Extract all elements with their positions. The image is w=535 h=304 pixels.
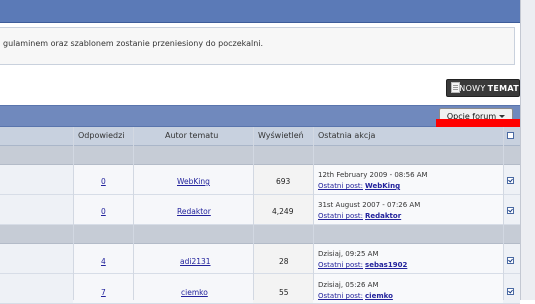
author-link[interactable]: Redaktor	[177, 207, 211, 216]
column-divider	[73, 127, 74, 300]
new-topic-label-1: NOWY	[459, 83, 486, 93]
select-all-checkbox-icon[interactable]	[507, 132, 514, 139]
author-link[interactable]: WebKing	[177, 177, 210, 186]
col-replies[interactable]: Odpowiedzi	[78, 131, 125, 140]
last-post-label[interactable]: Ostatni post:	[318, 212, 363, 220]
replies-link[interactable]: 4	[101, 257, 106, 266]
last-action-date: 31st August 2007 - 07:26 AM	[318, 201, 421, 209]
last-post-user[interactable]: WebKing	[365, 182, 400, 190]
views-count: 28	[279, 257, 289, 266]
last-post: Ostatni post: sebas1902	[318, 261, 407, 269]
column-divider	[253, 127, 254, 300]
last-post-label[interactable]: Ostatni post:	[318, 261, 363, 269]
last-post: Ostatni post: ciemko	[318, 292, 393, 300]
top-bar	[0, 0, 520, 23]
section-divider	[0, 146, 520, 165]
column-divider	[133, 127, 134, 300]
last-post-label[interactable]: Ostatni post:	[318, 182, 363, 190]
col-views[interactable]: Wyświetleń	[258, 131, 304, 140]
last-action-date: 12th February 2009 - 08:56 AM	[318, 171, 428, 179]
notice-box: gulaminem oraz szablonem zostanie przeni…	[0, 27, 515, 65]
last-post-user[interactable]: sebas1902	[365, 261, 407, 269]
checkbox-icon[interactable]	[507, 207, 514, 214]
views-count: 693	[276, 177, 291, 186]
column-header-row: Odpowiedzi Autor tematu Wyświetleń Ostat…	[0, 127, 520, 146]
checkbox-icon[interactable]	[507, 257, 514, 264]
last-post: Ostatni post: Redaktor	[318, 212, 401, 220]
author-link[interactable]: adi2131	[180, 257, 211, 266]
table-row: 0 Redaktor 4,249 31st August 2007 - 07:2…	[0, 195, 520, 225]
table-row: 4 adi2131 28 Dzisiaj, 09:25 AM Ostatni p…	[0, 244, 520, 274]
chevron-down-icon	[499, 114, 506, 118]
replies-link[interactable]: 7	[101, 288, 106, 297]
last-post-user[interactable]: ciemko	[365, 292, 393, 300]
checkbox-icon[interactable]	[507, 288, 514, 295]
table-row: 0 WebKing 693 12th February 2009 - 08:56…	[0, 165, 520, 195]
new-topic-button[interactable]: NOWY TEMAT	[446, 79, 520, 97]
col-author[interactable]: Autor tematu	[165, 131, 218, 140]
author-link[interactable]: ciemko	[181, 288, 208, 297]
checkbox-icon[interactable]	[507, 177, 514, 184]
column-divider	[503, 127, 504, 300]
last-post-user[interactable]: Redaktor	[365, 212, 401, 220]
col-last-action[interactable]: Ostatnia akcja	[318, 131, 375, 140]
vertical-scrollbar[interactable]	[520, 0, 535, 300]
column-divider	[313, 127, 314, 300]
section-divider	[0, 225, 520, 244]
notice-text: gulaminem oraz szablonem zostanie przeni…	[3, 39, 264, 48]
new-topic-label-2: TEMAT	[487, 83, 519, 93]
replies-link[interactable]: 0	[101, 207, 106, 216]
last-action-date: Dzisiaj, 09:25 AM	[318, 250, 379, 258]
last-post-label[interactable]: Ostatni post:	[318, 292, 363, 300]
views-count: 55	[279, 288, 289, 297]
views-count: 4,249	[272, 207, 294, 216]
document-icon	[451, 82, 460, 94]
last-post: Ostatni post: WebKing	[318, 182, 400, 190]
replies-link[interactable]: 0	[101, 177, 106, 186]
last-action-date: Dzisiaj, 05:26 AM	[318, 281, 379, 289]
